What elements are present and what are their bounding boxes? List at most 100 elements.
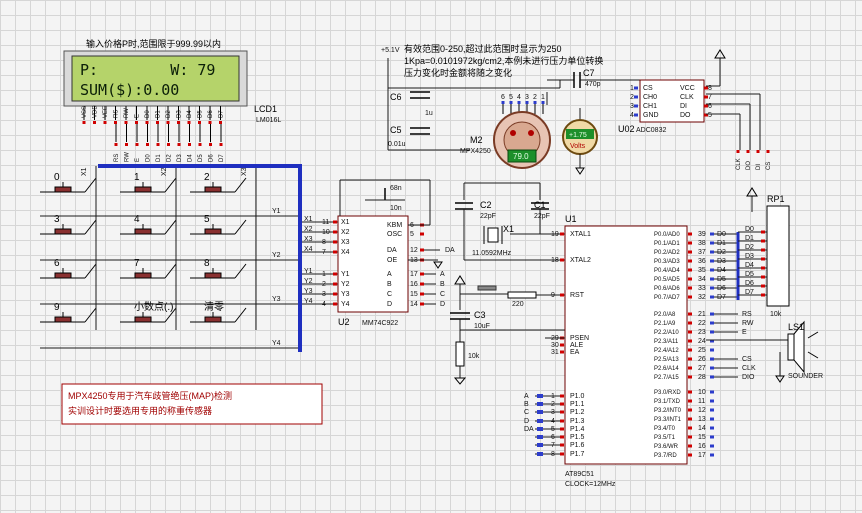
crystal-name: X1 [503, 224, 514, 234]
lcd-pin-label: E [135, 114, 141, 118]
u1-pin-number: 9 [551, 292, 555, 299]
rp1-value: 10k [770, 311, 782, 318]
top-note: 输入价格P时,范围限于999.99以内 [86, 38, 221, 49]
u1-p1-net-label: A [524, 393, 529, 400]
u2-pin-number: 16 [410, 281, 418, 288]
c6-value: 1u [425, 110, 433, 117]
keypad-key[interactable]: 清零 [190, 300, 247, 323]
u1-pin-number: 39 [698, 231, 706, 238]
u1-pin-label: ALE [570, 342, 584, 349]
u1-pin-number: 34 [698, 276, 706, 283]
keypad-col-label: X1 [81, 167, 88, 176]
u1-pin-number: 31 [551, 349, 559, 356]
lcd-pin-label: D3 [177, 110, 183, 118]
u1-p0-net-label: D0 [717, 231, 726, 238]
clock-circuit: C2 22pF C1 22pF X1 11.0592MHz [455, 182, 565, 261]
buzzer: LS1 SOUNDER [706, 320, 823, 383]
u1-pin-label: P3.3/INT1 [654, 417, 682, 423]
keypad-key[interactable]: 6 [40, 258, 97, 279]
pressure-note-1: 有效范围0-250,超过此范围时显示为250 [404, 43, 562, 54]
u1-pin-label: P3.4/T0 [654, 426, 676, 432]
rp1-name: RP1 [767, 194, 785, 204]
keypad-key[interactable]: 4 [120, 214, 177, 235]
u1-pin-number: 35 [698, 267, 706, 274]
u2-net-da: DA [445, 247, 455, 254]
u1-pin-number: 32 [698, 294, 706, 301]
u1-pin-number: 15 [698, 434, 706, 441]
keypad-key[interactable]: 9 [40, 302, 97, 323]
adc-pin-number: 1 [630, 85, 634, 92]
u1-p1-net-label: D [524, 418, 529, 425]
key-cap [134, 316, 152, 323]
rp1-vcc-icon [746, 187, 758, 197]
u1-pin-label: P3.5/T1 [654, 435, 676, 441]
keypad-key[interactable]: 3 [40, 214, 97, 235]
adc-net-label: CS [766, 162, 772, 170]
keypad-row-label: Y1 [272, 208, 281, 215]
lcd-pin-dot [156, 121, 159, 124]
lcd-pin-dot [187, 121, 191, 124]
adc-pin-label: VCC [680, 85, 695, 92]
u1-pin-label: P2.1/A9 [654, 321, 676, 327]
u1-pin-number: 16 [698, 443, 706, 450]
keypad-key[interactable]: 2 [190, 172, 247, 193]
lcd-net-label: D0 [146, 154, 152, 162]
u2-pin-number: 11 [322, 219, 329, 226]
u1-p2-net-label: E [742, 329, 747, 336]
u1-pin-number: 13 [698, 416, 706, 423]
adc-pin-label: DO [680, 112, 691, 119]
u1-p2-net-label: CS [742, 356, 752, 363]
lcd-net-label: D5 [198, 154, 204, 162]
u1-p2-net-label: CLK [742, 365, 756, 372]
adc-vcc-icon [714, 49, 726, 59]
reset-button[interactable] [477, 285, 497, 291]
keypad: 0 1 23 4 56 7 89 小数点(.) 清零X1 X2 X3Y1Y2Y3Y4 [40, 166, 338, 349]
keypad-key[interactable]: 小数点(.) [120, 300, 177, 323]
lcd-pin-label: RS [114, 110, 120, 118]
rp1-net-label: D7 [745, 289, 754, 296]
keypad-key[interactable]: 7 [120, 258, 177, 279]
u1-p0-net-label: D6 [717, 285, 726, 292]
key-cap [204, 186, 222, 193]
u1-pin-number: 36 [698, 258, 706, 265]
adc-pin-label: CH0 [643, 94, 657, 101]
key-label: 0 [54, 172, 60, 183]
u1-pin-label: P2.6/A14 [654, 366, 679, 372]
u1-p2-net-label: RS [742, 311, 752, 318]
key-cap [134, 272, 152, 279]
keypad-key[interactable]: 5 [190, 214, 247, 235]
key-cap [134, 228, 152, 235]
u1-name: U1 [565, 214, 577, 224]
keypad-row-label: Y3 [272, 296, 281, 303]
u1-pin-label: P2.3/A11 [654, 339, 679, 345]
u1-pin-label: P1.6 [570, 442, 585, 449]
reset-resistor-value: 220 [512, 301, 524, 308]
rp1-net-label: D6 [745, 280, 754, 287]
u1-pin-number: 26 [698, 356, 706, 363]
u2-pin-label: A [387, 271, 392, 278]
voltmeter-ground-icon [575, 167, 585, 175]
c5-name: C5 [390, 125, 402, 135]
keypad-key[interactable]: 8 [190, 258, 247, 279]
reset-10k-value: 10k [468, 353, 480, 360]
lcd-net-label: D4 [188, 154, 194, 162]
buzzer-model: SOUNDER [788, 373, 823, 380]
adc-net-label: DI [756, 164, 762, 170]
u2-pin-label: X4 [341, 249, 350, 256]
key-cap [54, 316, 72, 323]
adc-chip: U02 ADC0832 CS1CH02CH13GND4VCC 8CLK 7DI 6DO… [618, 49, 772, 170]
u1-pin-label: EA [570, 349, 580, 356]
keypad-row-label: Y4 [272, 340, 281, 347]
u2-pin-number: 2 [322, 281, 326, 288]
u1-pin-label: P1.3 [570, 418, 585, 425]
lcd-net-label: RW [125, 152, 131, 162]
c2-name: C2 [480, 200, 492, 210]
u2-net-label: X4 [304, 246, 313, 253]
adc-net-label: DO [746, 161, 752, 170]
u1-pin-label: XTAL1 [570, 231, 591, 238]
vcc-label: +5.1V [381, 47, 400, 54]
u1-pin-label: P0.7/AD7 [654, 295, 680, 301]
key-cap [204, 228, 222, 235]
crystal-value: 11.0592MHz [472, 250, 512, 257]
c2-value: 22pF [480, 213, 496, 220]
